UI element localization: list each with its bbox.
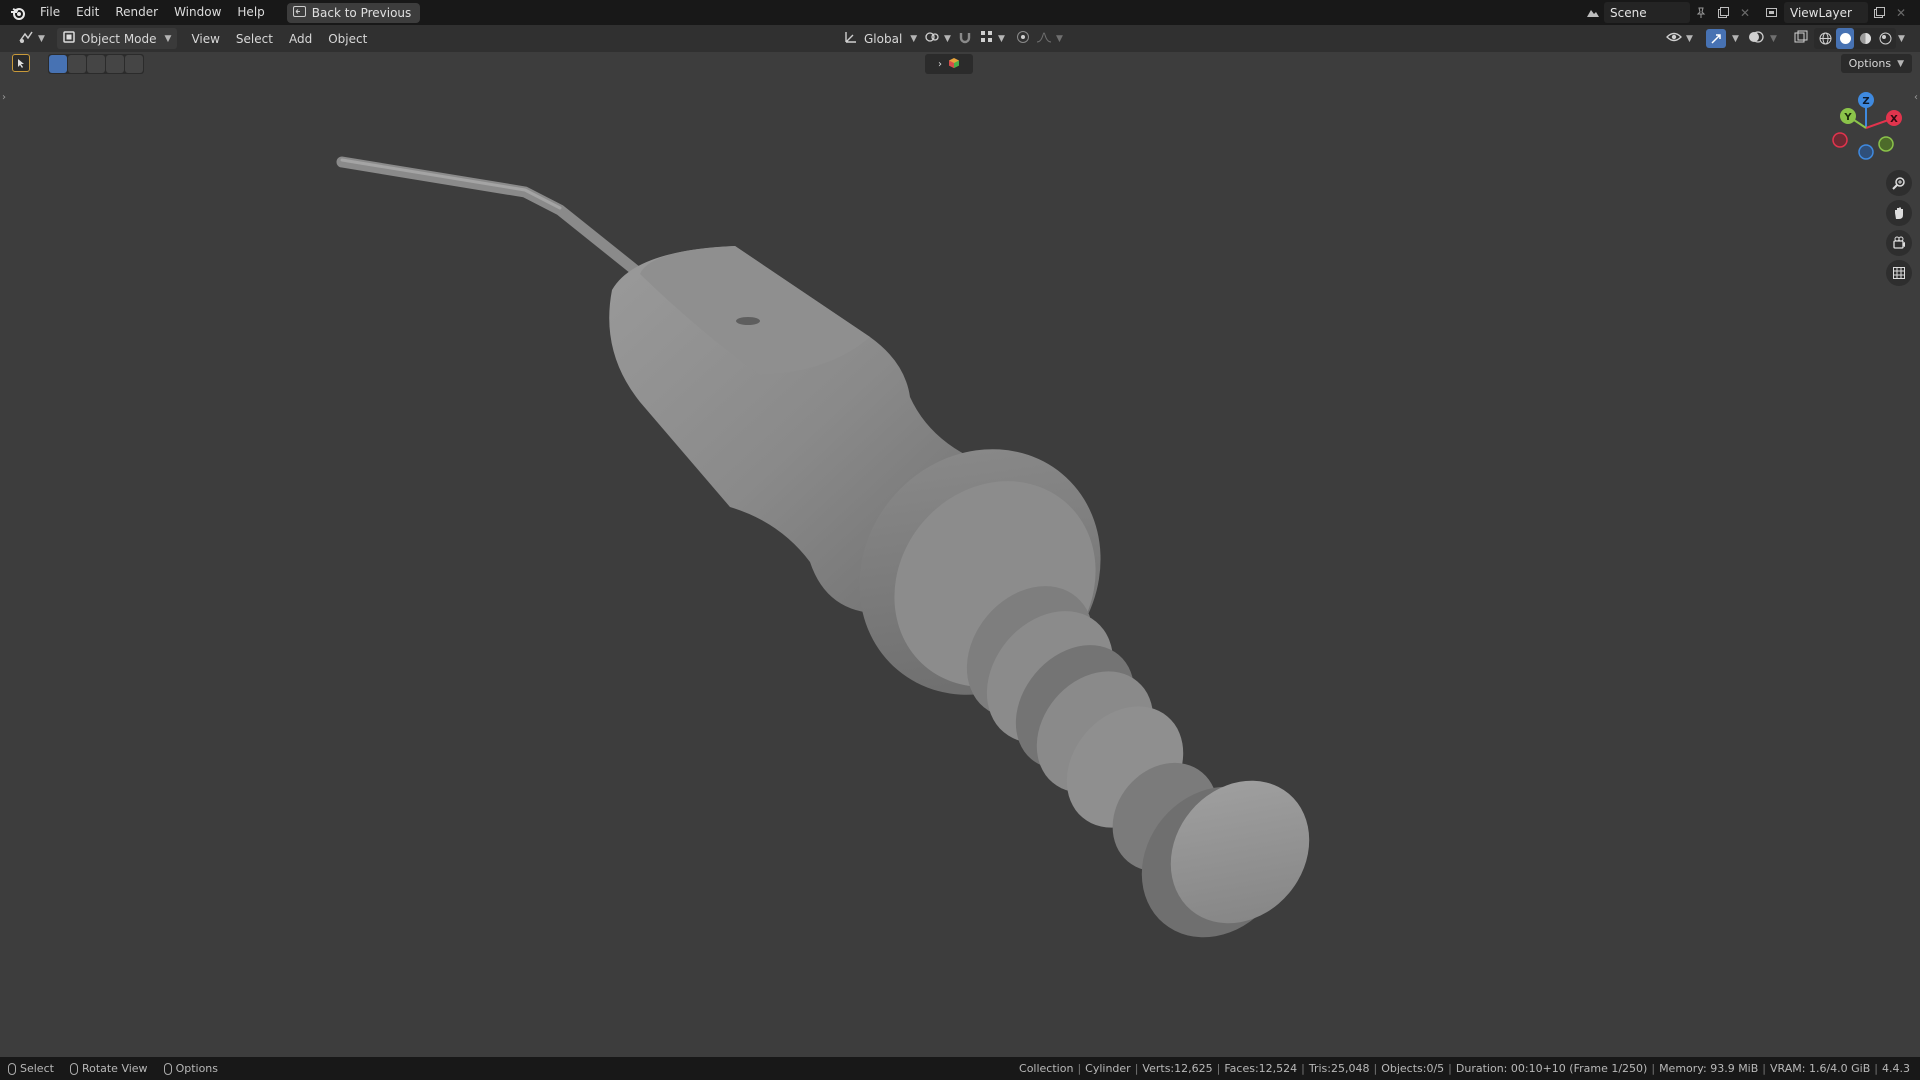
orientation-label: Global xyxy=(864,31,903,46)
snap-toggle[interactable] xyxy=(954,28,976,49)
stat-faces: Faces:12,524 xyxy=(1224,1062,1298,1075)
menu-edit[interactable]: Edit xyxy=(68,0,107,25)
mouse-left-icon xyxy=(8,1062,16,1075)
stat-collection: Collection xyxy=(1019,1062,1074,1075)
stat-verts: Verts:12,625 xyxy=(1142,1062,1213,1075)
chevron-down-icon: ▼ xyxy=(1732,33,1739,44)
menu-file[interactable]: File xyxy=(32,0,68,25)
back-to-previous-button[interactable]: Back to Previous xyxy=(286,2,421,23)
scene-browse-icon[interactable] xyxy=(1582,2,1604,23)
chevron-down-icon: ▼ xyxy=(1770,33,1777,44)
view-layer-name-field[interactable]: ViewLayer xyxy=(1784,2,1868,23)
object-mode-icon xyxy=(63,31,75,46)
viewport-header: ▼ Object Mode ▼ View Select Add Object G… xyxy=(0,25,1920,52)
mouse-right-icon xyxy=(163,1062,172,1075)
back-to-previous-label: Back to Previous xyxy=(311,5,412,20)
pivot-point-icon xyxy=(924,30,940,47)
orientation-axes-icon xyxy=(844,30,858,47)
falloff-dropdown[interactable]: ▼ xyxy=(1032,28,1067,49)
scene-statistics: Collection | Cylinder | Verts:12,625 | Faces:1… xyxy=(1019,1062,1910,1075)
stat-memory: Memory: 93.9 MiB xyxy=(1659,1062,1759,1075)
magnet-icon xyxy=(958,30,972,47)
visibility-dropdown[interactable]: ▼ xyxy=(1662,28,1697,49)
proportional-editing-toggle[interactable] xyxy=(1012,28,1034,49)
blender-logo-icon[interactable] xyxy=(8,3,28,23)
hint-rotate-label: Rotate View xyxy=(81,1062,148,1075)
chevron-down-icon: ▼ xyxy=(998,33,1005,44)
status-bar: Select Rotate View Options Collection | Cy… xyxy=(0,1057,1920,1080)
gizmo-toggle[interactable]: ▼ xyxy=(1702,28,1743,49)
chevron-down-icon: ▼ xyxy=(1056,33,1063,44)
stat-version: 4.4.3 xyxy=(1882,1062,1910,1075)
hint-select: Select xyxy=(0,1062,62,1075)
view-layer-browse-icon[interactable] xyxy=(1762,2,1784,23)
chevron-down-icon: ▼ xyxy=(164,33,172,44)
snap-grid-icon xyxy=(980,30,994,47)
hint-options-label: Options xyxy=(175,1062,219,1075)
eye-icon xyxy=(1666,31,1682,46)
mouse-middle-icon xyxy=(69,1062,78,1075)
scene-new-icon[interactable] xyxy=(1712,2,1734,23)
scene-selector: Scene ✕ xyxy=(1582,2,1756,23)
editor-type-icon xyxy=(18,30,34,47)
stat-objects: Objects:0/5 xyxy=(1381,1062,1445,1075)
menu-help[interactable]: Help xyxy=(229,0,272,25)
chevron-down-icon: ▼ xyxy=(1898,33,1905,44)
view-layer-name: ViewLayer xyxy=(1790,5,1852,20)
menu-add[interactable]: Add xyxy=(281,28,320,49)
stat-vram: VRAM: 1.6/4.0 GiB xyxy=(1770,1062,1871,1075)
menu-select[interactable]: Select xyxy=(228,28,281,49)
view-layer-new-icon[interactable] xyxy=(1868,2,1890,23)
chevron-down-icon: ▼ xyxy=(1686,33,1693,44)
chevron-down-icon: ▼ xyxy=(944,33,951,44)
gizmo-icon xyxy=(1706,29,1726,48)
view-layer-selector: ViewLayer ✕ xyxy=(1762,2,1912,23)
menu-object[interactable]: Object xyxy=(320,28,375,49)
pivot-point-dropdown[interactable]: ▼ xyxy=(916,28,959,49)
material-shading-icon[interactable] xyxy=(1856,28,1874,49)
scene-pin-icon[interactable] xyxy=(1690,2,1712,23)
stat-tris: Tris:25,048 xyxy=(1308,1062,1370,1075)
scene-name-field[interactable]: Scene xyxy=(1604,2,1690,23)
scene-name: Scene xyxy=(1610,5,1647,20)
menu-render[interactable]: Render xyxy=(107,0,166,25)
chevron-down-icon: ▼ xyxy=(38,33,45,44)
menu-view[interactable]: View xyxy=(183,28,227,49)
top-hole xyxy=(736,317,760,325)
object-mode-dropdown[interactable]: Object Mode ▼ xyxy=(56,28,178,49)
view-layer-delete-icon[interactable]: ✕ xyxy=(1890,2,1912,23)
stat-object: Cylinder xyxy=(1085,1062,1131,1075)
falloff-curve-icon xyxy=(1036,30,1052,47)
proportional-edit-icon xyxy=(1016,30,1030,47)
overlays-toggle[interactable]: ▼ xyxy=(1744,28,1781,49)
xray-toggle[interactable] xyxy=(1790,28,1812,49)
top-menu-bar: File Edit Render Window Help Back to Pre… xyxy=(0,0,1920,25)
menu-window[interactable]: Window xyxy=(166,0,229,25)
hint-select-label: Select xyxy=(20,1062,54,1075)
shading-options-dropdown[interactable]: ▼ xyxy=(1892,28,1909,49)
shading-mode-group xyxy=(1814,28,1896,49)
3d-model-cylinder[interactable] xyxy=(0,52,1920,1057)
stat-duration: Duration: 00:10+10 (Frame 1/250) xyxy=(1455,1062,1648,1075)
overlays-icon xyxy=(1748,30,1764,47)
editor-type-button[interactable]: ▼ xyxy=(10,28,53,49)
hint-rotate-view: Rotate View xyxy=(62,1062,156,1075)
transform-orientation-dropdown[interactable]: Global ▼ xyxy=(836,28,925,49)
xray-icon xyxy=(1794,30,1808,47)
cable xyxy=(336,156,646,280)
3d-viewport[interactable]: › Options ▼ › ‹ Z X Y xyxy=(0,52,1920,1057)
snap-target-dropdown[interactable]: ▼ xyxy=(976,28,1009,49)
back-screen-icon xyxy=(292,5,306,20)
object-mode-label: Object Mode xyxy=(80,31,157,46)
wireframe-shading-icon[interactable] xyxy=(1816,28,1834,49)
hint-options: Options xyxy=(156,1062,226,1075)
solid-shading-icon[interactable] xyxy=(1836,28,1854,49)
scene-delete-icon[interactable]: ✕ xyxy=(1734,2,1756,23)
